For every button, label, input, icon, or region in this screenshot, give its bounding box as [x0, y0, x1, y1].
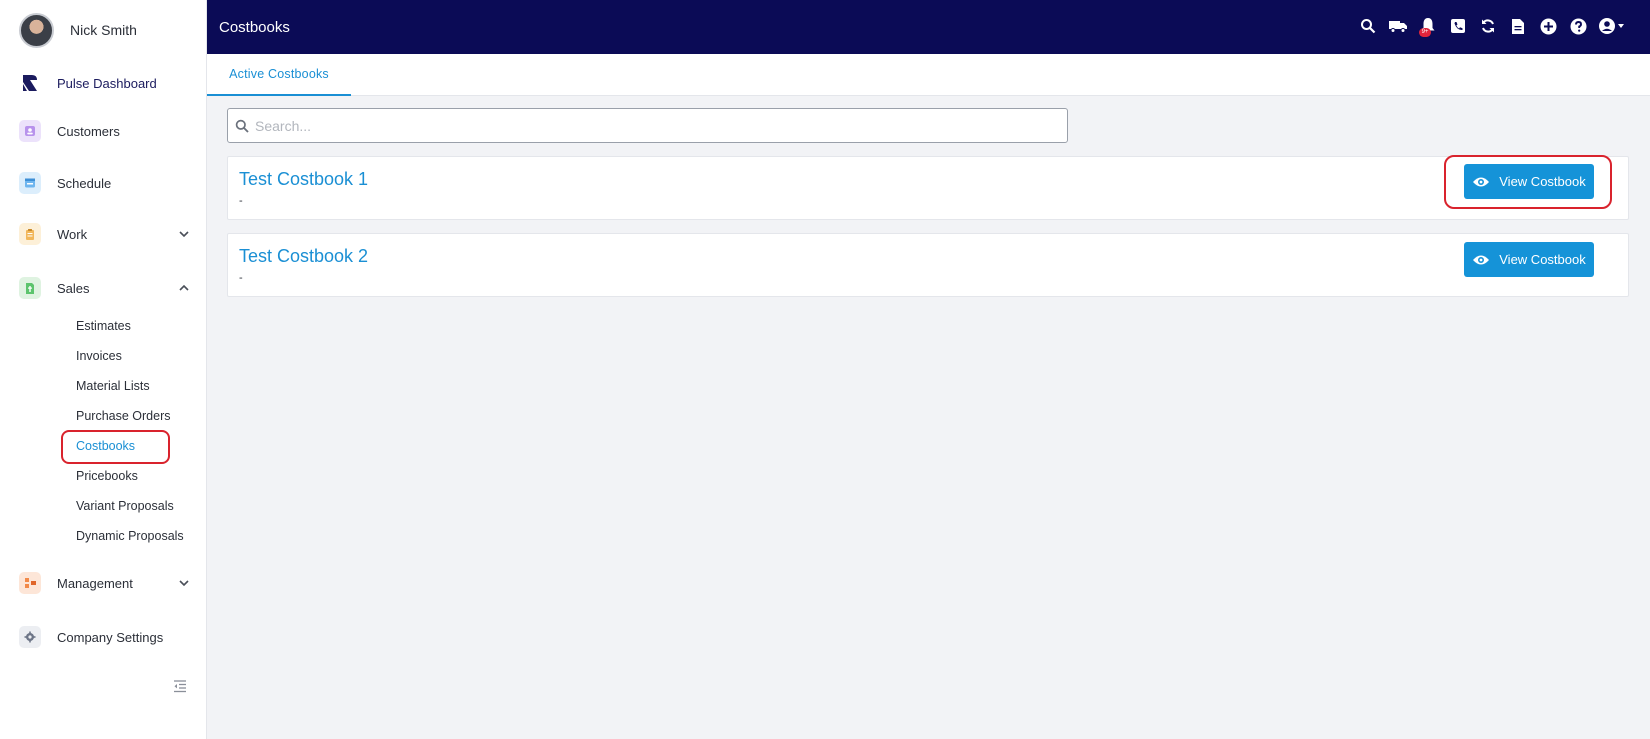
- costbook-title[interactable]: Test Costbook 2: [239, 246, 368, 267]
- tab-active-costbooks[interactable]: Active Costbooks: [207, 54, 351, 96]
- sidebar-item-work[interactable]: Work: [19, 221, 191, 247]
- notification-badge: 9+: [1419, 28, 1431, 37]
- sidebar-item-label: Sales: [57, 280, 90, 296]
- help-icon[interactable]: [1568, 16, 1588, 36]
- sales-icon: [19, 277, 41, 299]
- sidebar-item-label: Work: [57, 226, 88, 242]
- search-box[interactable]: [227, 108, 1068, 143]
- button-label: View Costbook: [1499, 252, 1586, 267]
- sidebar-subitem-pricebooks[interactable]: Pricebooks: [76, 469, 138, 483]
- sidebar-subitem-invoices[interactable]: Invoices: [76, 349, 122, 363]
- sidebar-item-pulse-dashboard[interactable]: Pulse Dashboard: [19, 70, 191, 96]
- sidebar-item-sales[interactable]: Sales: [19, 275, 191, 301]
- view-costbook-button[interactable]: View Costbook: [1464, 164, 1594, 199]
- search-icon: [235, 119, 249, 133]
- search-input[interactable]: [255, 117, 1055, 134]
- sidebar-subitem-estimates[interactable]: Estimates: [76, 319, 131, 333]
- bell-icon[interactable]: 9+: [1418, 16, 1438, 37]
- eye-icon: [1473, 255, 1490, 264]
- chevron-up-icon[interactable]: [177, 281, 191, 295]
- sidebar-item-label: Management: [57, 575, 133, 591]
- eye-icon: [1473, 177, 1490, 186]
- sidebar-item-label: Company Settings: [57, 629, 164, 645]
- search-icon[interactable]: [1358, 16, 1378, 36]
- top-icons: 9+: [1358, 16, 1626, 37]
- refresh-icon[interactable]: [1478, 16, 1498, 36]
- chevron-down-icon[interactable]: [177, 227, 191, 241]
- plus-circle-icon[interactable]: [1538, 16, 1558, 36]
- document-icon[interactable]: [1508, 16, 1528, 36]
- view-costbook-button[interactable]: View Costbook: [1464, 242, 1594, 277]
- sidebar: Nick Smith Pulse Dashboard Customers Sch…: [0, 0, 207, 739]
- chevron-down-icon[interactable]: [177, 576, 191, 590]
- sidebar-item-label: Customers: [57, 123, 120, 139]
- top-bar: Costbooks 9+: [207, 0, 1650, 54]
- user-profile[interactable]: Nick Smith: [19, 12, 137, 48]
- management-icon: [19, 572, 41, 594]
- tab-bar: Active Costbooks: [207, 54, 1650, 96]
- button-label: View Costbook: [1499, 174, 1586, 189]
- sidebar-subitem-variant-proposals[interactable]: Variant Proposals: [76, 499, 174, 513]
- sidebar-item-management[interactable]: Management: [19, 570, 191, 596]
- sidebar-subitem-costbooks[interactable]: Costbooks: [76, 439, 135, 453]
- sidebar-subitem-purchase-orders[interactable]: Purchase Orders: [76, 409, 170, 423]
- costbook-description: -: [239, 195, 243, 207]
- phone-icon[interactable]: [1448, 16, 1468, 36]
- account-icon[interactable]: [1598, 16, 1626, 36]
- calendar-icon: [19, 172, 41, 194]
- truck-icon[interactable]: [1388, 16, 1408, 36]
- costbook-card: Test Costbook 2 -: [227, 233, 1629, 297]
- collapse-sidebar-icon[interactable]: [172, 678, 188, 694]
- costbook-title[interactable]: Test Costbook 1: [239, 169, 368, 190]
- avatar[interactable]: [19, 12, 54, 48]
- sidebar-subitem-dynamic-proposals[interactable]: Dynamic Proposals: [76, 529, 184, 543]
- sidebar-item-label: Schedule: [57, 175, 112, 191]
- page-title: Costbooks: [219, 18, 290, 36]
- costbook-description: -: [239, 272, 243, 284]
- gear-icon: [19, 626, 41, 648]
- costbook-card: Test Costbook 1 -: [227, 156, 1629, 220]
- pulse-logo-icon: [19, 72, 41, 94]
- clipboard-icon: [19, 223, 41, 245]
- sidebar-subitem-material-lists[interactable]: Material Lists: [76, 379, 150, 393]
- sidebar-item-schedule[interactable]: Schedule: [19, 170, 191, 196]
- user-name: Nick Smith: [70, 22, 137, 38]
- sidebar-item-company-settings[interactable]: Company Settings: [19, 624, 191, 650]
- customer-icon: [19, 120, 41, 142]
- sidebar-item-customers[interactable]: Customers: [19, 118, 191, 144]
- sidebar-item-label: Pulse Dashboard: [57, 75, 157, 91]
